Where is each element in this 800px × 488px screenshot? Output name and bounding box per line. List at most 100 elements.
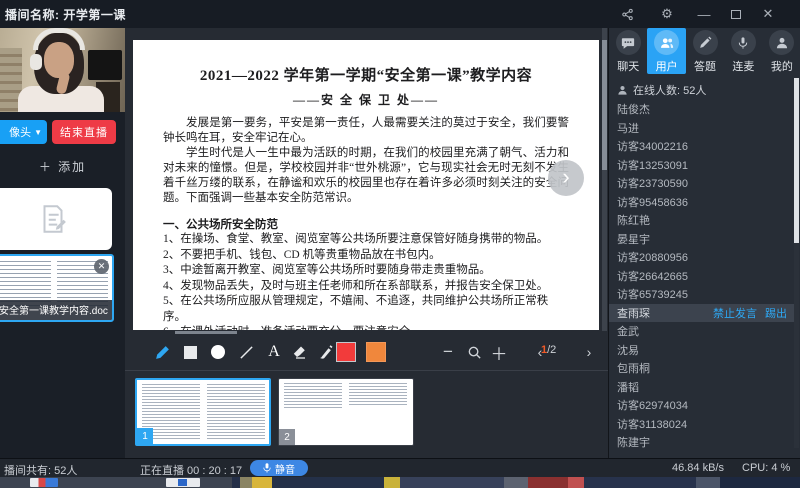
room-title: 播间名称: 开学第一课 (5, 6, 126, 23)
user-row[interactable]: 访客95458636 (609, 193, 795, 212)
tab-chat[interactable]: 聊天 (609, 28, 647, 74)
user-row[interactable]: 访客13253091 (609, 156, 795, 175)
user-name: 陈建宇 (617, 434, 787, 450)
pen-tool-icon[interactable] (150, 340, 174, 364)
user-row[interactable]: 包雨桐 (609, 359, 795, 378)
user-name: 访客23730590 (617, 175, 787, 191)
minimize-button[interactable]: — (692, 4, 716, 24)
whiteboard-card[interactable] (0, 188, 112, 250)
right-panel: 聊天用户答题连麦我的 在线人数: 52人 陆俊杰马进访客34002216访客13… (608, 28, 800, 458)
headphones (33, 28, 85, 50)
kick-user-button[interactable]: 踢出 (765, 305, 787, 321)
tab-label: 连麦 (732, 58, 754, 74)
doc-paragraph: 发展是第一要务，平安是第一责任，人最需要关注的莫过于安全，我们要警钟长鸣在耳，安… (163, 116, 569, 146)
gear-icon[interactable]: ⚙ (655, 4, 679, 24)
left-panel: 像头 ▼ 结束直播 ＋ 添加 ✕ 安全第一课教学内容.doc (0, 28, 125, 458)
taskbar-icon (30, 478, 58, 487)
doc-thumbnail-label: 安全第一课教学内容.doc (0, 300, 112, 320)
color-swatch-orange[interactable] (366, 342, 386, 362)
user-row[interactable]: 金武 (609, 322, 795, 341)
user-row[interactable]: 访客34002216 (609, 137, 795, 156)
user-name: 陈红艳 (617, 212, 787, 228)
mic-icon (731, 30, 756, 55)
next-page-icon[interactable]: › (577, 340, 601, 364)
user-name: 晏星宇 (617, 231, 787, 247)
user-row[interactable]: 查雨琛禁止发言踢出 (609, 304, 795, 323)
user-row[interactable]: 访客26642665 (609, 267, 795, 286)
close-button[interactable]: ✕ (756, 4, 780, 24)
page-badge: 1 (137, 428, 153, 444)
doc-vertical-scrollbar[interactable] (602, 28, 607, 331)
next-page-button[interactable]: › (548, 160, 584, 196)
user-list: 陆俊杰马进访客34002216访客13253091 访客23730590 访客954… (609, 100, 795, 452)
room-count-label: 播间共有: 52人 (4, 462, 77, 478)
online-count-label: 在线人数: 52人 (633, 82, 706, 98)
color-swatch-red[interactable] (336, 342, 356, 362)
magnifier-icon[interactable] (462, 340, 486, 364)
user-name: 金武 (617, 323, 787, 339)
user-row[interactable]: 马进 (609, 119, 795, 138)
user-row[interactable]: 陈建宇 (609, 433, 795, 452)
circle-tool-icon[interactable] (206, 340, 230, 364)
user-name: 陆俊杰 (617, 101, 787, 117)
user-row[interactable]: 潘韬 (609, 378, 795, 397)
user-list-scrollbar[interactable] (794, 78, 799, 448)
doc-list-item: 3、中途暂离开教室、阅览室等公共场所时要随身带走贵重物品。 (163, 263, 569, 279)
page-thumbnail-2[interactable]: 2 (278, 378, 414, 446)
user-row[interactable]: 陈红艳 (609, 211, 795, 230)
user-row[interactable]: 访客20880956 (609, 248, 795, 267)
user-row[interactable]: 陆俊杰 (609, 100, 795, 119)
section1-items: 1、在操场、食堂、教室、阅览室等公共场所要注意保管好随身携带的物品。2、不要把手… (163, 232, 569, 330)
ban-user-button[interactable]: 禁止发言 (713, 305, 757, 321)
doc-section-heading: 一、公共场所安全防范 (163, 216, 569, 232)
zoom-in-icon[interactable]: ＋ (487, 340, 511, 364)
mic-icon (263, 463, 271, 473)
user-row[interactable]: 访客62974034 (609, 396, 795, 415)
user-row[interactable]: 晏星宇 (609, 230, 795, 249)
drawing-toolbar: A − ＋ ‹ 1/2 › (125, 334, 608, 370)
page-indicator: 1/2 (541, 344, 556, 356)
scrollbar-thumb[interactable] (794, 78, 799, 243)
brush-tool-icon[interactable] (314, 340, 338, 364)
add-content-button[interactable]: ＋ 添加 (0, 158, 125, 175)
share-icon[interactable] (615, 4, 639, 24)
doc-list-item: 1、在操场、食堂、教室、阅览室等公共场所要注意保管好随身携带的物品。 (163, 232, 569, 248)
rectangle-tool-icon[interactable] (178, 340, 202, 364)
page-thumbnail-1[interactable]: 1 (135, 378, 271, 446)
page-thumbnail-strip: 1 2 (125, 376, 608, 448)
chevron-down-icon: ▼ (34, 128, 42, 137)
end-stream-button[interactable]: 结束直播 (52, 120, 116, 144)
eraser-tool-icon[interactable] (288, 340, 312, 364)
user-name: 访客26642665 (617, 268, 787, 284)
user-row[interactable]: 沈易 (609, 341, 795, 360)
tab-mic[interactable]: 连麦 (724, 28, 762, 74)
mute-button[interactable]: 静音 (250, 460, 308, 476)
scrollbar-thumb[interactable] (602, 40, 607, 170)
person-icon (617, 85, 628, 96)
status-bar: 播间共有: 52人 正在直播 00 : 20 : 17 静音 46.84 kB/… (0, 458, 800, 477)
line-tool-icon[interactable] (234, 340, 258, 364)
bandwidth-label: 46.84 kB/s (672, 462, 724, 474)
user-row[interactable]: 访客65739245 (609, 285, 795, 304)
text-tool-icon[interactable]: A (262, 340, 286, 364)
user-row[interactable]: 访客23730590 (609, 174, 795, 193)
document-pencil-icon (36, 202, 70, 236)
user-name: 访客62974034 (617, 397, 787, 413)
tab-me[interactable]: 我的 (763, 28, 800, 74)
camera-select-button[interactable]: 像头 ▼ (0, 120, 47, 144)
zoom-out-icon[interactable]: − (436, 340, 460, 364)
user-row[interactable]: 访客31138024 (609, 415, 795, 434)
me-icon (769, 30, 794, 55)
close-icon[interactable]: ✕ (94, 259, 109, 274)
doc-thumbnail-selected[interactable]: ✕ 安全第一课教学内容.doc (0, 254, 114, 322)
tab-users[interactable]: 用户 (647, 28, 685, 74)
maximize-icon (731, 10, 741, 19)
page-badge: 2 (279, 429, 295, 445)
tab-answer[interactable]: 答题 (686, 28, 724, 74)
user-name: 访客13253091 (617, 157, 787, 173)
user-name: 访客20880956 (617, 249, 787, 265)
document-title: 2021—2022 学年第一学期“安全第一课”教学内容 (163, 64, 569, 85)
doc-list-item: 5、在公共场所应服从管理规定，不嬉闹、不追逐，共同维护公共场所正常秩序。 (163, 294, 569, 325)
maximize-button[interactable] (724, 4, 748, 24)
answer-icon (693, 30, 718, 55)
